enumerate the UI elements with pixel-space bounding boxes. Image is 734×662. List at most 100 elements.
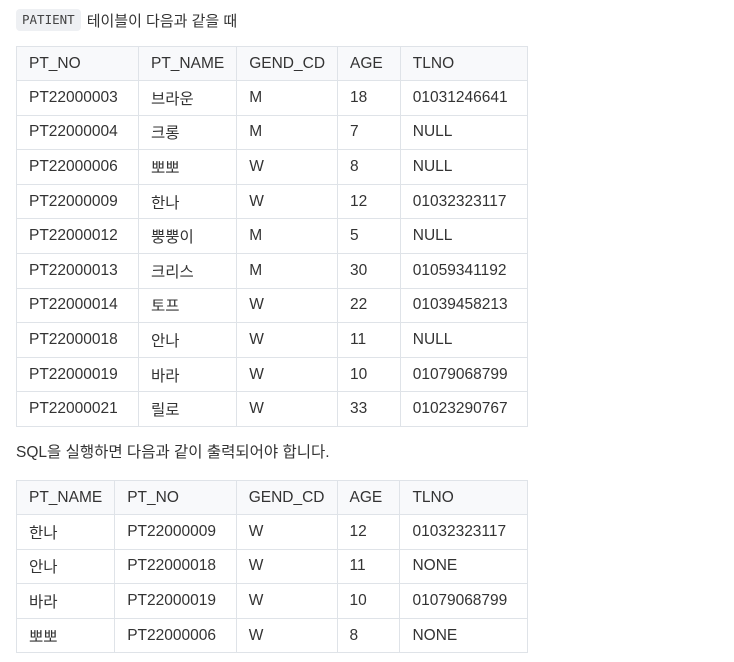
table-cell: 33 (337, 391, 401, 427)
table-cell: 11 (337, 322, 401, 358)
table-cell: W (235, 617, 338, 654)
table-cell: NULL (399, 218, 529, 254)
table-row: PT22000003 브라운 M 18 01031246641 (16, 80, 529, 116)
table-cell: PT22000021 (16, 391, 139, 427)
table-cell: 8 (336, 617, 401, 654)
table-cell: PT22000006 (16, 149, 139, 185)
table-cell: PT22000006 (114, 617, 237, 654)
table-header-row: PT_NO PT_NAME GEND_CD AGE TLNO (16, 46, 529, 81)
table-cell: W (235, 583, 338, 619)
table-cell: 22 (337, 287, 401, 324)
table-cell: 11 (336, 548, 401, 585)
table-cell: NULL (399, 114, 529, 151)
table-cell: 01032323117 (399, 183, 529, 220)
table-row: 안나 PT22000018 W 11 NONE (15, 548, 528, 585)
table-cell: 8 (337, 149, 401, 185)
column-header: GEND_CD (236, 46, 339, 81)
table-cell: PT22000014 (16, 287, 139, 324)
table-row: PT22000021 릴로 W 33 01023290767 (16, 391, 529, 427)
table-cell: 릴로 (137, 391, 238, 427)
table-cell: 뽀뽀 (137, 149, 238, 185)
table-cell: 한나 (15, 514, 116, 550)
table-cell: NONE (399, 617, 528, 654)
table-cell: PT22000019 (114, 583, 237, 619)
intro-text: 테이블이 다음과 같을 때 (86, 12, 238, 30)
table-row: 한나 PT22000009 W 12 01032323117 (15, 514, 528, 550)
table-cell: 01031246641 (399, 80, 529, 116)
table-cell: 01032323117 (399, 514, 528, 550)
result-description: SQL을 실행하면 다음과 같이 출력되어야 합니다. (16, 444, 330, 461)
table-cell: NONE (399, 548, 528, 585)
table-row: 바라 PT22000019 W 10 01079068799 (15, 583, 528, 619)
column-header: GEND_CD (235, 480, 338, 515)
table-row: PT22000013 크리스 M 30 01059341192 (16, 252, 529, 289)
table-cell: 토프 (137, 287, 238, 324)
column-header: TLNO (399, 46, 529, 81)
column-header: AGE (337, 46, 401, 81)
table-row: PT22000019 바라 W 10 01079068799 (16, 356, 529, 393)
table-cell: 뿡뿡이 (137, 218, 238, 254)
table-cell: 01079068799 (399, 583, 528, 619)
table-row: PT22000006 뽀뽀 W 8 NULL (16, 149, 529, 185)
table-cell: 10 (336, 583, 401, 619)
table-row: PT22000018 안나 W 11 NULL (16, 322, 529, 358)
table-cell: 바라 (15, 583, 116, 619)
table-cell: PT22000009 (114, 514, 237, 550)
table-cell: PT22000018 (16, 322, 139, 358)
column-header: TLNO (399, 480, 528, 515)
table-cell: M (236, 80, 339, 116)
table-row: PT22000004 크롱 M 7 NULL (16, 114, 529, 151)
table-cell: PT22000004 (16, 114, 139, 151)
column-header: AGE (336, 480, 401, 515)
table-row: PT22000009 한나 W 12 01032323117 (16, 183, 529, 220)
table-cell: PT22000019 (16, 356, 139, 393)
table-cell: PT22000009 (16, 183, 139, 220)
table-cell: 크리스 (137, 252, 238, 289)
table-cell: W (236, 356, 339, 393)
table-cell: M (236, 114, 339, 151)
table-cell: W (235, 548, 338, 585)
table-row: PT22000012 뿡뿡이 M 5 NULL (16, 218, 529, 254)
table-cell: 12 (336, 514, 401, 550)
table-cell: 10 (337, 356, 401, 393)
table-cell: M (236, 252, 339, 289)
table-cell: 크롱 (137, 114, 238, 151)
table-cell: W (236, 183, 339, 220)
table-cell: M (236, 218, 339, 254)
column-header: PT_NAME (137, 46, 238, 81)
table-cell: W (235, 514, 338, 550)
table-cell: 한나 (137, 183, 238, 220)
table-cell: 뽀뽀 (15, 617, 116, 654)
table-cell: W (236, 287, 339, 324)
table-cell: 바라 (137, 356, 238, 393)
table-cell: 01039458213 (399, 287, 529, 324)
table-cell: 7 (337, 114, 401, 151)
table-cell: NULL (399, 149, 529, 185)
column-header: PT_NO (16, 46, 139, 81)
table-row: 뽀뽀 PT22000006 W 8 NONE (15, 617, 528, 654)
column-header: PT_NO (114, 480, 237, 515)
table-cell: 01023290767 (399, 391, 529, 427)
table-cell: 안나 (15, 548, 116, 585)
table-cell: 5 (337, 218, 401, 254)
table-cell: W (236, 391, 339, 427)
table-cell: 12 (337, 183, 401, 220)
table-cell: NULL (399, 322, 529, 358)
table-header-row: PT_NAME PT_NO GEND_CD AGE TLNO (15, 480, 528, 515)
table-cell: 안나 (137, 322, 238, 358)
table-cell: 18 (337, 80, 401, 116)
table-cell: W (236, 322, 339, 358)
table-row: PT22000014 토프 W 22 01039458213 (16, 287, 529, 324)
column-header: PT_NAME (15, 480, 116, 515)
table-cell: 브라운 (137, 80, 238, 116)
table-cell: 30 (337, 252, 401, 289)
table-cell: PT22000018 (114, 548, 237, 585)
table-cell: W (236, 149, 339, 185)
table-cell: PT22000003 (16, 80, 139, 116)
patient-table: PT_NO PT_NAME GEND_CD AGE TLNO PT2200000… (16, 46, 529, 427)
result-table: PT_NAME PT_NO GEND_CD AGE TLNO 한나 PT22000… (15, 480, 528, 654)
table-cell: 01079068799 (399, 356, 529, 393)
table-cell: PT22000013 (16, 252, 139, 289)
table-cell: PT22000012 (16, 218, 139, 254)
table-cell: 01059341192 (399, 252, 529, 289)
